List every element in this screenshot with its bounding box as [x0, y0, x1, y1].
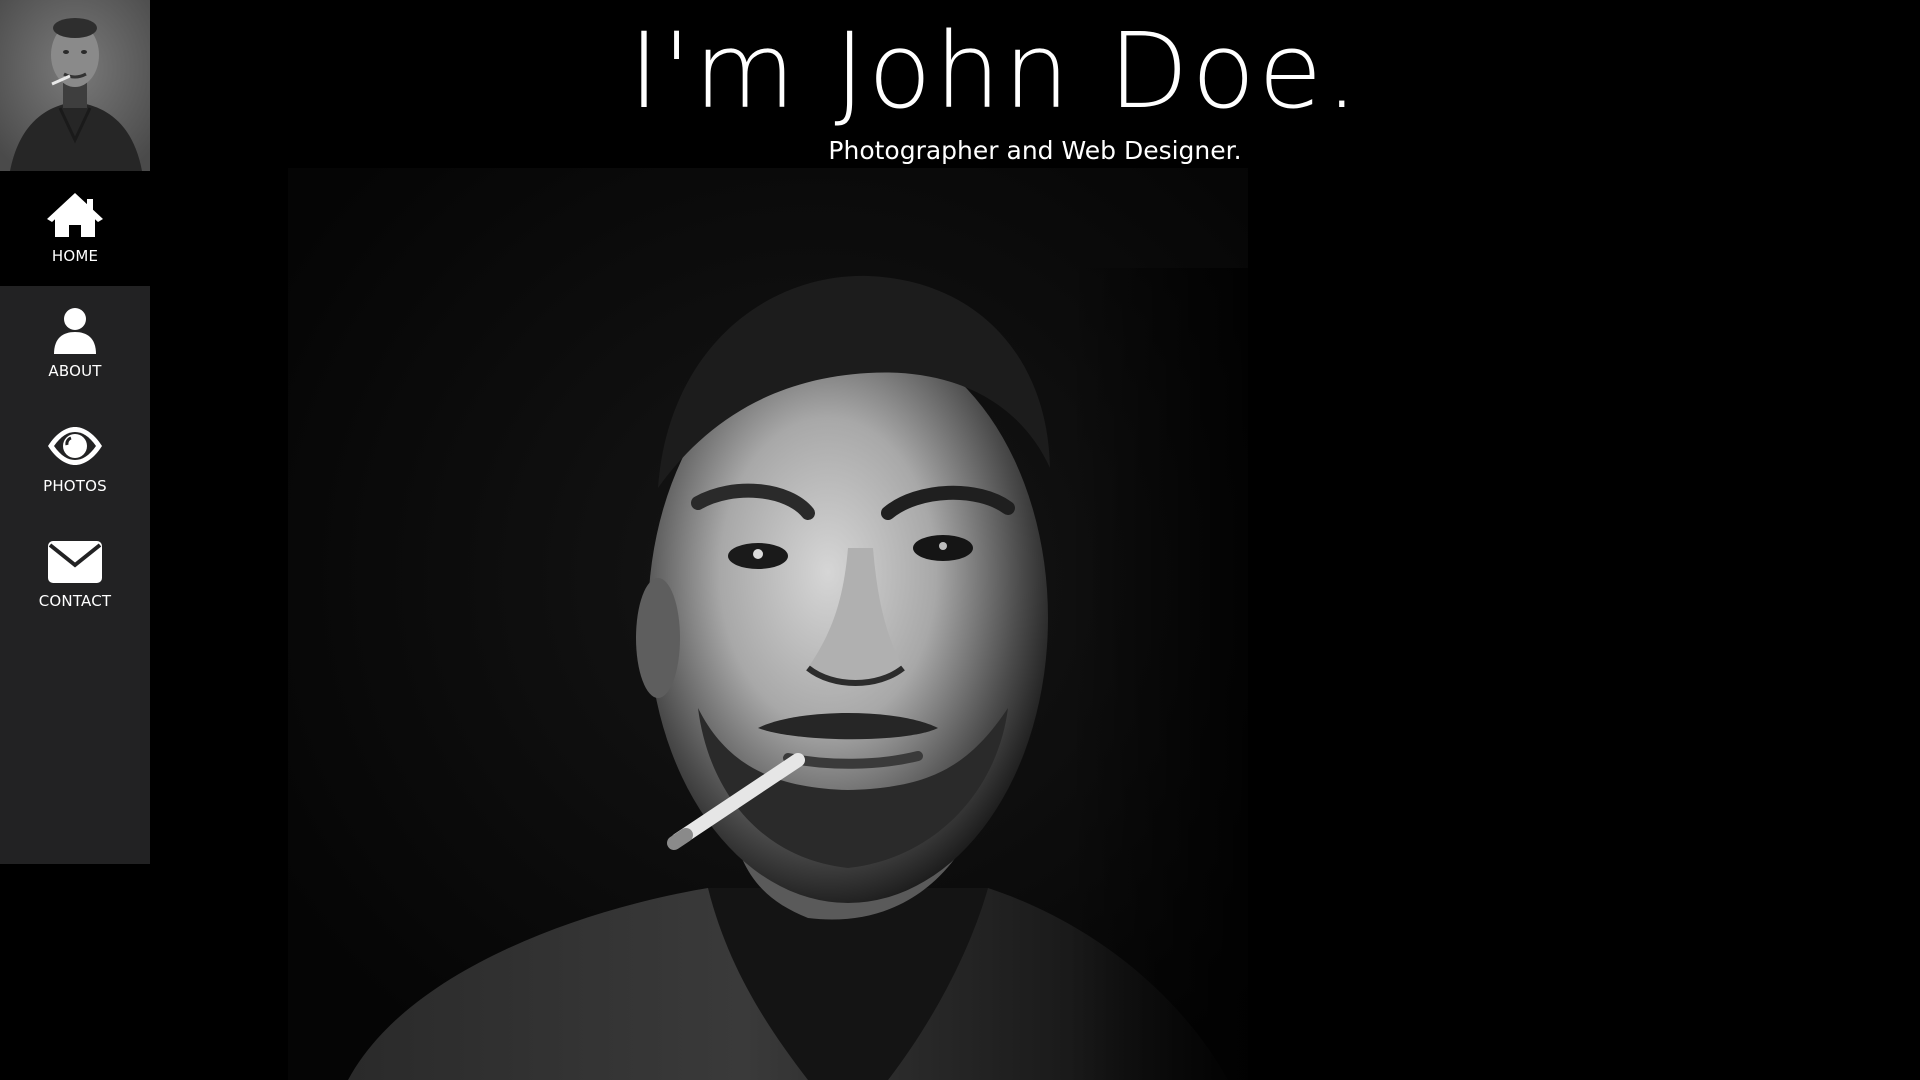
sidebar-item-about[interactable]: ABOUT	[0, 286, 150, 401]
sidebar-item-label: ABOUT	[48, 362, 102, 380]
sidebar-item-home[interactable]: HOME	[0, 171, 150, 286]
sidebar-item-label: PHOTOS	[43, 477, 107, 495]
sidebar-item-contact[interactable]: CONTACT	[0, 516, 150, 631]
sidebar-nav: HOME ABOUT PHOTOS CONTACT	[0, 171, 150, 631]
user-icon	[54, 308, 96, 354]
page: HOME ABOUT PHOTOS CONTACT I'm John Doe. …	[0, 0, 1920, 1080]
sidebar-item-photos[interactable]: PHOTOS	[0, 401, 150, 516]
hero-title: I'm John Doe.	[628, 10, 1362, 132]
home-icon	[47, 193, 103, 237]
envelope-icon	[48, 541, 102, 583]
hero-subtitle: Photographer and Web Designer.	[828, 136, 1242, 165]
sidebar-item-label: HOME	[51, 247, 99, 265]
eye-icon	[48, 427, 102, 465]
sidebar-item-label: CONTACT	[38, 592, 112, 610]
hero-portrait	[288, 168, 1248, 1080]
